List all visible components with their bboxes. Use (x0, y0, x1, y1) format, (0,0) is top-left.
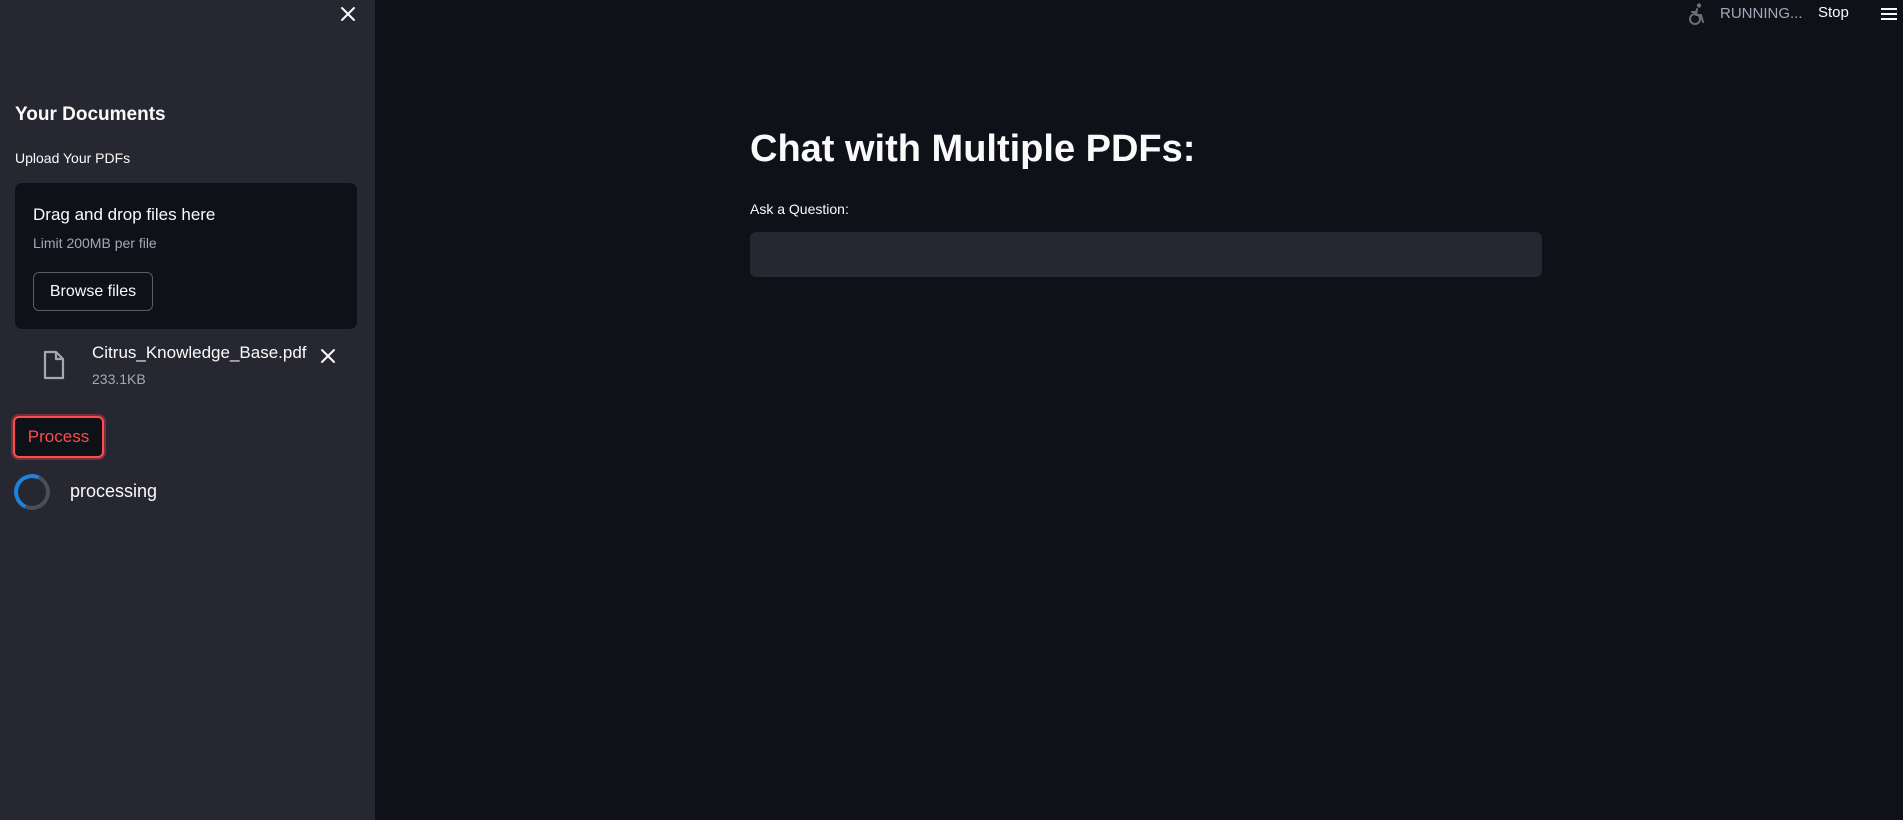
file-icon (43, 350, 65, 380)
file-dropzone[interactable]: Drag and drop files here Limit 200MB per… (15, 183, 357, 329)
stop-button[interactable]: Stop (1818, 4, 1849, 21)
remove-file-button[interactable] (317, 345, 339, 367)
sidebar-heading: Your Documents (15, 104, 166, 125)
browse-files-button[interactable]: Browse files (33, 272, 153, 311)
close-icon (341, 7, 355, 21)
file-size: 233.1KB (92, 371, 146, 387)
hamburger-menu-icon[interactable] (1880, 5, 1898, 23)
file-name: Citrus_Knowledge_Base.pdf (92, 343, 307, 362)
upload-label: Upload Your PDFs (15, 150, 131, 166)
close-icon (321, 349, 335, 363)
dropzone-limit: Limit 200MB per file (33, 235, 157, 251)
running-status: RUNNING... (1720, 5, 1803, 22)
question-label: Ask a Question: (750, 201, 849, 217)
loading-spinner (8, 468, 56, 516)
processing-status: processing (70, 481, 158, 501)
sidebar: Your Documents Upload Your PDFs Drag and… (0, 0, 375, 820)
process-button[interactable]: Process (13, 416, 104, 458)
running-person-icon (1689, 3, 1704, 25)
dropzone-title: Drag and drop files here (33, 205, 216, 224)
question-input[interactable] (750, 232, 1542, 277)
page-title: Chat with Multiple PDFs: (750, 128, 1196, 170)
uploaded-file-item: Citrus_Knowledge_Base.pdf 233.1KB (15, 340, 357, 396)
sidebar-close-button[interactable] (337, 3, 359, 25)
